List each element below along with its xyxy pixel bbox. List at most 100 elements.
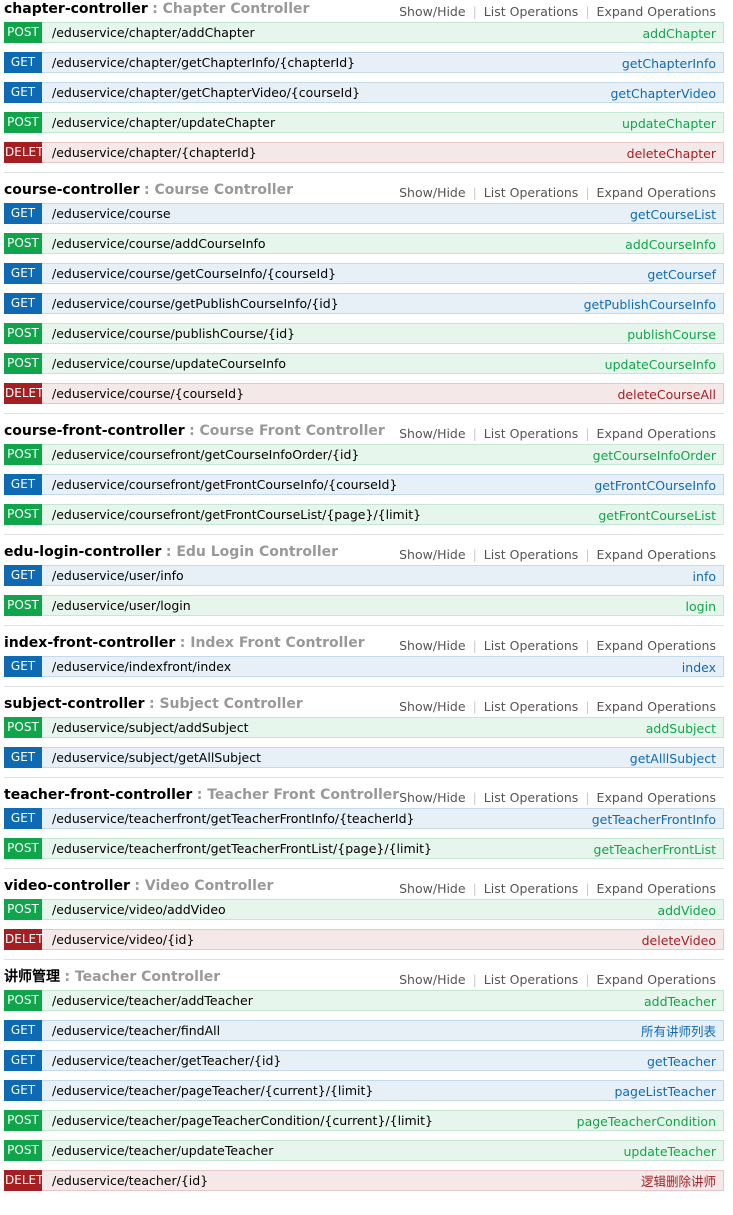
operation-path[interactable]: /eduservice/video/addVideo xyxy=(52,900,226,919)
operation-row[interactable]: GET/eduservice/teacher/findAll 所有讲师列表 xyxy=(4,1020,724,1041)
operation-path[interactable]: /eduservice/chapter/{chapterId} xyxy=(52,143,257,162)
operation-row[interactable]: POST/eduservice/teacherfront/getTeacherF… xyxy=(4,838,724,859)
operation-path[interactable]: /eduservice/teacher/pageTeacher/{current… xyxy=(52,1081,373,1100)
operation-row[interactable]: DELETE/eduservice/teacher/{id} 逻辑删除讲师 xyxy=(4,1170,724,1191)
operation-row[interactable]: POST/eduservice/teacher/updateTeacher upd… xyxy=(4,1140,724,1161)
operation-path[interactable]: /eduservice/course/getPublishCourseInfo/… xyxy=(52,294,339,313)
http-method-badge[interactable]: GET xyxy=(4,474,42,495)
http-method-badge[interactable]: GET xyxy=(4,82,42,103)
operation-nickname[interactable]: getFrontCourseList xyxy=(598,506,716,525)
http-method-badge[interactable]: GET xyxy=(4,1050,42,1071)
http-method-badge[interactable]: DELETE xyxy=(4,383,42,404)
operation-row[interactable]: POST/eduservice/teacher/addTeacher addTea… xyxy=(4,990,724,1011)
operation-path[interactable]: /eduservice/teacher/getTeacher/{id} xyxy=(52,1051,281,1070)
list-operations-link[interactable]: List Operations xyxy=(477,699,586,714)
operation-row[interactable]: POST/eduservice/course/publishCourse/{id… xyxy=(4,323,724,344)
operation-nickname[interactable]: deleteVideo xyxy=(642,931,716,950)
operation-path[interactable]: /eduservice/teacher/updateTeacher xyxy=(52,1141,273,1160)
http-method-badge[interactable]: POST xyxy=(4,595,42,616)
operation-path[interactable]: /eduservice/teacher/addTeacher xyxy=(52,991,253,1010)
http-method-badge[interactable]: DELETE xyxy=(4,142,42,163)
operation-row[interactable]: GET/eduservice/course getCourseList xyxy=(4,203,724,224)
http-method-badge[interactable]: GET xyxy=(4,52,42,73)
show-hide-link[interactable]: Show/Hide xyxy=(392,426,472,441)
show-hide-link[interactable]: Show/Hide xyxy=(392,699,472,714)
operation-path[interactable]: /eduservice/teacher/{id} xyxy=(52,1171,208,1190)
show-hide-link[interactable]: Show/Hide xyxy=(392,790,472,805)
http-method-badge[interactable]: GET xyxy=(4,203,42,224)
operation-nickname[interactable]: getChapterVideo xyxy=(610,84,716,103)
operation-path[interactable]: /eduservice/indexfront/index xyxy=(52,657,231,676)
http-method-badge[interactable]: POST xyxy=(4,22,42,43)
operation-nickname[interactable]: addSubject xyxy=(646,719,716,738)
operation-nickname[interactable]: addVideo xyxy=(657,901,716,920)
operation-row[interactable]: POST/eduservice/teacher/pageTeacherCondi… xyxy=(4,1110,724,1131)
operation-path[interactable]: /eduservice/course xyxy=(52,204,171,223)
section-name-link[interactable]: course-front-controller xyxy=(4,423,185,439)
http-method-badge[interactable]: POST xyxy=(4,353,42,374)
http-method-badge[interactable]: POST xyxy=(4,990,42,1011)
operation-row[interactable]: POST/eduservice/chapter/addChapter addCha… xyxy=(4,22,724,43)
http-method-badge[interactable]: GET xyxy=(4,263,42,284)
http-method-badge[interactable]: POST xyxy=(4,504,42,525)
operation-path[interactable]: /eduservice/subject/getAllSubject xyxy=(52,748,261,767)
operation-nickname[interactable]: getFrontCOurseInfo xyxy=(594,476,716,495)
operation-path[interactable]: /eduservice/chapter/addChapter xyxy=(52,23,255,42)
http-method-badge[interactable]: POST xyxy=(4,838,42,859)
operation-nickname[interactable]: info xyxy=(693,567,716,586)
section-name-link[interactable]: edu-login-controller xyxy=(4,544,161,560)
section-name-link[interactable]: course-controller xyxy=(4,182,140,198)
http-method-badge[interactable]: POST xyxy=(4,323,42,344)
operation-nickname[interactable]: index xyxy=(682,658,716,677)
operation-row[interactable]: POST/eduservice/user/login login xyxy=(4,595,724,616)
operation-nickname[interactable]: getChapterInfo xyxy=(622,54,716,73)
operation-row[interactable]: POST/eduservice/course/addCourseInfo addC… xyxy=(4,233,724,254)
operation-nickname[interactable]: getCoursef xyxy=(647,265,716,284)
operation-path[interactable]: /eduservice/course/addCourseInfo xyxy=(52,234,266,253)
operation-path[interactable]: /eduservice/user/login xyxy=(52,596,191,615)
list-operations-link[interactable]: List Operations xyxy=(477,426,586,441)
http-method-badge[interactable]: DELETE xyxy=(4,929,42,950)
operation-nickname[interactable]: deleteCourseAll xyxy=(617,385,716,404)
http-method-badge[interactable]: POST xyxy=(4,1110,42,1131)
operation-row[interactable]: GET/eduservice/indexfront/index index xyxy=(4,656,724,677)
section-name-link[interactable]: index-front-controller xyxy=(4,635,175,651)
operation-nickname[interactable]: pageTeacherCondition xyxy=(577,1112,716,1131)
operation-row[interactable]: POST/eduservice/coursefront/getFrontCour… xyxy=(4,504,724,525)
operation-path[interactable]: /eduservice/coursefront/getFrontCourseLi… xyxy=(52,505,421,524)
operation-nickname[interactable]: updateChapter xyxy=(622,114,716,133)
section-name-link[interactable]: chapter-controller xyxy=(4,1,148,17)
http-method-badge[interactable]: POST xyxy=(4,233,42,254)
show-hide-link[interactable]: Show/Hide xyxy=(392,547,472,562)
operation-nickname[interactable]: publishCourse xyxy=(627,325,716,344)
operation-row[interactable]: GET/eduservice/teacher/pageTeacher/{curr… xyxy=(4,1080,724,1101)
operation-row[interactable]: GET/eduservice/chapter/getChapterInfo/{c… xyxy=(4,52,724,73)
show-hide-link[interactable]: Show/Hide xyxy=(392,185,472,200)
operation-row[interactable]: POST/eduservice/chapter/updateChapter upd… xyxy=(4,112,724,133)
operation-nickname[interactable]: getCourseInfoOrder xyxy=(593,446,716,465)
operation-path[interactable]: /eduservice/teacher/findAll xyxy=(52,1021,220,1040)
operation-row[interactable]: GET/eduservice/chapter/getChapterVideo/{… xyxy=(4,82,724,103)
operation-row[interactable]: GET/eduservice/coursefront/getFrontCours… xyxy=(4,474,724,495)
operation-path[interactable]: /eduservice/course/getCourseInfo/{course… xyxy=(52,264,336,283)
operation-nickname[interactable]: getAlllSubject xyxy=(630,749,716,768)
operation-nickname[interactable]: getTeacher xyxy=(647,1052,716,1071)
show-hide-link[interactable]: Show/Hide xyxy=(392,4,472,19)
operation-path[interactable]: /eduservice/course/updateCourseInfo xyxy=(52,354,286,373)
http-method-badge[interactable]: POST xyxy=(4,112,42,133)
http-method-badge[interactable]: POST xyxy=(4,1140,42,1161)
operation-nickname[interactable]: addChapter xyxy=(642,24,716,43)
operation-row[interactable]: POST/eduservice/video/addVideo addVideo xyxy=(4,899,724,920)
list-operations-link[interactable]: List Operations xyxy=(477,547,586,562)
operation-path[interactable]: /eduservice/subject/addSubject xyxy=(52,718,249,737)
operation-row[interactable]: DELETE/eduservice/course/{courseId} delet… xyxy=(4,383,724,404)
operation-row[interactable]: POST/eduservice/course/updateCourseInfo u… xyxy=(4,353,724,374)
operation-nickname[interactable]: getCourseList xyxy=(630,205,716,224)
http-method-badge[interactable]: POST xyxy=(4,899,42,920)
http-method-badge[interactable]: DELETE xyxy=(4,1170,42,1191)
operation-path[interactable]: /eduservice/video/{id} xyxy=(52,930,194,949)
operation-nickname[interactable]: deleteChapter xyxy=(627,144,716,163)
operation-nickname[interactable]: login xyxy=(686,597,716,616)
expand-operations-link[interactable]: Expand Operations xyxy=(590,185,716,200)
operation-path[interactable]: /eduservice/chapter/updateChapter xyxy=(52,113,275,132)
